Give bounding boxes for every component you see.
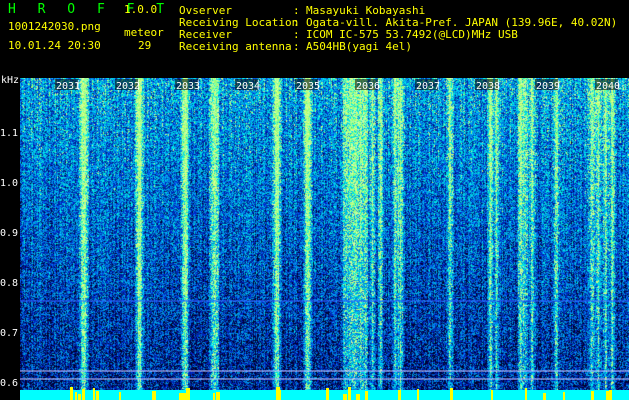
file-name: 1001242030.png [8,20,101,33]
time-tick-label: 2034 [236,81,260,92]
meteor-echo [563,392,565,400]
frequency-tick-label: 0.9 [0,228,18,239]
meteor-echo [75,392,77,400]
time-tick-label: 2031 [56,81,80,92]
antenna-sep: : [293,40,300,53]
spectrogram-image [20,78,629,400]
meteor-echo [278,390,281,400]
spectrogram-noise [20,78,629,400]
header-panel: H R O F F T 1.0.0 1001242030.png 10.01.2… [0,0,629,78]
time-tick-label: 2040 [596,81,620,92]
carrier-band [20,390,629,400]
meteor-echo [525,388,527,400]
app-version: 1.0.0 [124,3,158,16]
frequency-tick-label: 0.8 [0,278,18,289]
meteor-echo [152,391,156,400]
meteor-echo [348,387,351,400]
frequency-tick-label: 0.6 [0,378,18,389]
meteor-echo [398,390,401,400]
meteor-echo [326,388,329,400]
frequency-tick-label: 1.1 [0,128,18,139]
file-datetime: 10.01.24 20:30 [8,39,101,52]
frequency-tick-label: 1.0 [0,178,18,189]
location-label: Receiving Location [179,16,299,29]
time-tick-label: 2032 [116,81,140,92]
meteor-echo [213,393,215,400]
time-tick-label: 2033 [176,81,200,92]
meteor-echo [183,393,185,400]
time-tick-label: 2039 [536,81,560,92]
meteor-echo [343,394,347,400]
spectrogram: 2031 2032 2033 2034 2035 2036 2037 2038 2039 2040 [20,78,629,400]
meteor-echo [591,391,594,400]
meteor-echo [78,394,81,400]
location-value: Ogata-vill. Akita-Pref. JAPAN (139.96E, … [306,16,618,29]
receiver-value: ICOM IC-575 53.7492(@LCD)MHz USB [306,28,518,41]
observer-sep: : [293,4,300,17]
meteor-echo [543,393,546,400]
time-tick-label: 2037 [416,81,440,92]
meteor-label: meteor [124,26,164,39]
meteor-count: 29 [138,39,152,52]
time-tick-label: 2035 [296,81,320,92]
meteor-echo [119,392,121,400]
meteor-echo [356,394,360,400]
meteor-echo [450,388,453,400]
meteor-echo [93,388,95,400]
meteor-echo [609,390,612,400]
frequency-tick-label: 0.7 [0,328,18,339]
meteor-echo [186,388,190,400]
receiver-label: Receiver [179,28,232,41]
meteor-echo [70,387,73,400]
meteor-echo [491,390,493,400]
frequency-axis: kHz 1.1 1.0 0.9 0.8 0.7 0.6 [0,75,19,389]
receiver-sep: : [293,28,300,41]
observer-label: Ovserver [179,4,232,17]
y-axis-unit: kHz [1,75,19,86]
meteor-echo [365,391,368,400]
time-tick-label: 2036 [356,81,380,92]
antenna-label: Receiving antenna [179,40,292,53]
time-tick-label: 2038 [476,81,500,92]
meteor-echo [82,389,85,400]
antenna-value: A504HB(yagi 4el) [306,40,412,53]
meteor-echo [216,392,220,400]
meteor-echo [179,393,183,400]
meteor-echo [417,389,419,400]
observer-value: Masayuki Kobayashi [306,4,426,17]
meteor-echo [96,391,99,400]
location-sep: : [293,16,300,29]
